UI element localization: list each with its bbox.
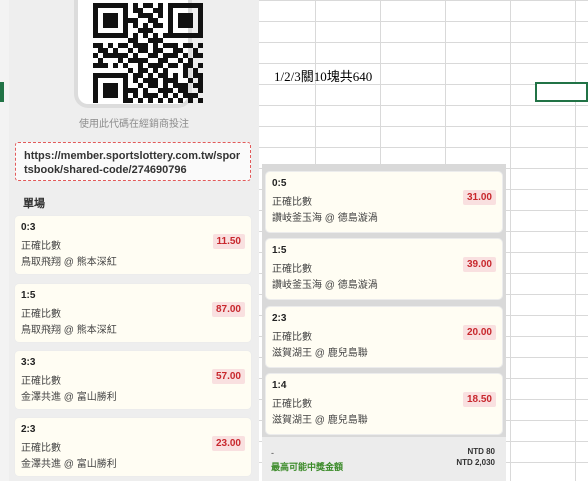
qr-module <box>198 88 203 93</box>
bet-odds: 18.50 <box>462 392 496 407</box>
bet-odds: 31.00 <box>462 190 496 205</box>
bet-score: 2:3 <box>272 313 287 324</box>
bet-slip-right-panel: 0:5 正確比數 讚岐釜玉海 @ 德島漩渦 31.00 1:5 正確比數 讚岐釜… <box>262 164 506 481</box>
bet-type: 正確比數 <box>272 399 312 410</box>
bet-type: 正確比數 <box>21 309 61 320</box>
spreadsheet-cell-text[interactable]: 1/2/3關10塊共640 <box>274 66 372 85</box>
qr-module <box>173 63 178 68</box>
bet-card[interactable]: 0:5 正確比數 讚岐釜玉海 @ 德島漩渦 31.00 <box>266 172 502 232</box>
qr-module <box>188 98 193 103</box>
bet-card[interactable]: 0:3 正確比數 鳥取飛翔 @ 熊本深紅 11.50 <box>15 216 251 274</box>
bet-match: 金澤共進 @ 富山勝利 <box>21 392 117 403</box>
share-link[interactable]: https://member.sportslottery.com.tw/spor… <box>15 142 251 181</box>
bet-match: 滋賀湖王 @ 鹿兒島聯 <box>272 348 368 359</box>
qr-module <box>113 63 118 68</box>
bet-card[interactable]: 1:5 正確比數 鳥取飛翔 @ 熊本深紅 87.00 <box>15 284 251 342</box>
max-win-label: 最高可能中獎金額 <box>271 462 344 472</box>
qr-module <box>188 23 193 28</box>
bet-score: 1:4 <box>272 380 287 391</box>
bet-score: 0:5 <box>272 178 287 189</box>
bet-score: 2:3 <box>21 424 36 435</box>
bet-score: 3:3 <box>21 357 36 368</box>
bet-score: 1:5 <box>272 245 287 256</box>
qr-module <box>148 98 153 103</box>
qr-module <box>138 98 143 103</box>
qr-module <box>93 98 98 103</box>
qr-module <box>158 98 163 103</box>
qr-module <box>168 98 173 103</box>
stake-amount: NTD 80 <box>467 447 495 456</box>
qr-module <box>198 33 203 38</box>
qr-module <box>113 93 118 98</box>
qr-module <box>198 43 203 48</box>
bet-type: 正確比數 <box>21 376 61 387</box>
bet-type: 正確比數 <box>272 332 312 343</box>
bet-type: 正確比數 <box>272 264 312 275</box>
summary-dash: - <box>271 448 274 458</box>
bet-card[interactable]: 1:4 正確比數 滋賀湖王 @ 鹿兒島聯 18.50 <box>266 374 502 434</box>
bet-card[interactable]: 2:3 正確比數 滋賀湖王 @ 鹿兒島聯 20.00 <box>266 307 502 367</box>
bet-match: 讚岐釜玉海 @ 德島漩渦 <box>272 213 378 224</box>
bet-odds: 87.00 <box>211 302 245 317</box>
bet-match: 鳥取飛翔 @ 熊本深紅 <box>21 325 117 336</box>
bet-card[interactable]: 1:5 正確比數 讚岐釜玉海 @ 德島漩渦 39.00 <box>266 239 502 299</box>
qr-module <box>198 98 203 103</box>
qr-module <box>103 63 108 68</box>
active-row-indicator <box>0 82 4 102</box>
bet-match: 滋賀湖王 @ 鹿兒島聯 <box>272 415 368 426</box>
bet-odds: 57.00 <box>211 369 245 384</box>
qr-module <box>198 53 203 58</box>
qr-caption: 使用此代碼在經銷商投注 <box>79 119 189 130</box>
bet-type: 正確比數 <box>21 241 61 252</box>
bet-odds: 20.00 <box>462 325 496 340</box>
qr-module <box>158 23 163 28</box>
bet-match: 鳥取飛翔 @ 熊本深紅 <box>21 257 117 268</box>
bet-odds: 11.50 <box>212 234 245 249</box>
bet-odds: 39.00 <box>462 257 496 272</box>
qr-code <box>78 0 203 104</box>
bet-odds: 23.00 <box>211 436 245 451</box>
bet-score: 1:5 <box>21 290 36 301</box>
qr-module <box>113 23 118 28</box>
bet-type: 正確比數 <box>272 197 312 208</box>
bet-match: 讚岐釜玉海 @ 德島漩渦 <box>272 280 378 291</box>
section-title-single: 單場 <box>23 198 45 210</box>
bet-summary: - 最高可能中獎金額 NTD 80 NTD 2,030 <box>262 437 506 481</box>
bet-match: 金澤共進 @ 富山勝利 <box>21 459 117 470</box>
max-payout-amount: NTD 2,030 <box>456 458 495 467</box>
bet-card[interactable]: 3:3 正確比數 金澤共進 @ 富山勝利 57.00 <box>15 351 251 409</box>
qr-module <box>158 13 163 18</box>
qr-module <box>178 98 183 103</box>
qr-module <box>128 98 133 103</box>
bet-type: 正確比數 <box>21 443 61 454</box>
bet-score: 0:3 <box>21 222 36 233</box>
qr-module <box>198 63 203 68</box>
bet-card[interactable]: 2:3 正確比數 金澤共進 @ 富山勝利 23.00 <box>15 418 251 476</box>
bet-slip-left-panel: 使用此代碼在經銷商投注 https://member.sportslottery… <box>9 0 259 481</box>
selected-cell[interactable] <box>535 82 588 102</box>
